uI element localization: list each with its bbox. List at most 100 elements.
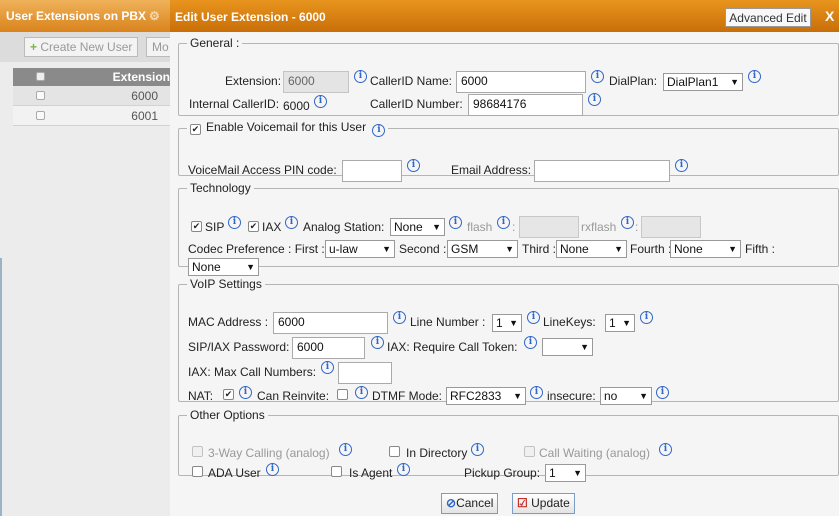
codec-third-select[interactable]: None ▼ <box>556 240 627 258</box>
codec-second-select[interactable]: GSM ▼ <box>447 240 518 258</box>
chevron-down-icon: ▼ <box>730 77 739 87</box>
callerid-number-input[interactable]: 98684176 <box>468 94 583 116</box>
voicemail-pin-input[interactable] <box>342 160 402 182</box>
update-icon: ☑ <box>517 496 528 510</box>
chevron-down-icon: ▼ <box>622 318 631 328</box>
cancel-button-label: Cancel <box>456 496 494 510</box>
info-icon[interactable]: i <box>321 361 334 374</box>
can-reinvite-checkbox[interactable] <box>337 389 348 400</box>
info-icon[interactable]: i <box>497 216 510 229</box>
sip-checkbox[interactable]: ✔ <box>191 221 202 232</box>
info-icon[interactable]: i <box>449 216 462 229</box>
require-call-token-select[interactable]: ▼ <box>542 338 593 356</box>
voip-section: VoIP Settings MAC Address : 6000 i Line … <box>178 277 839 405</box>
info-icon[interactable]: i <box>640 311 653 324</box>
three-way-calling-checkbox <box>192 446 203 457</box>
info-icon[interactable]: i <box>239 386 252 399</box>
is-agent-label: Is Agent <box>349 466 393 480</box>
mac-address-input[interactable]: 6000 <box>273 312 388 334</box>
email-label: Email Address: <box>451 163 532 177</box>
chevron-down-icon: ▼ <box>728 244 737 254</box>
advanced-edit-button[interactable]: Advanced Edit <box>725 8 811 27</box>
in-directory-checkbox[interactable] <box>389 446 400 457</box>
is-agent-checkbox[interactable] <box>331 466 342 477</box>
sip-iax-password-input[interactable]: 6000 <box>292 337 365 359</box>
pickup-group-select[interactable]: 1 ▼ <box>545 464 586 482</box>
codec-fifth-select[interactable]: None ▼ <box>188 258 259 276</box>
codec-fourth-select[interactable]: None ▼ <box>670 240 741 258</box>
technology-section: Technology ✔ SIP i ✔ IAX i Analog Statio… <box>178 181 839 276</box>
general-legend: General : <box>190 36 240 50</box>
info-icon[interactable]: i <box>393 311 406 324</box>
rxflash-input <box>641 216 701 238</box>
in-directory-label: In Directory <box>406 446 468 460</box>
info-icon[interactable]: i <box>266 463 279 476</box>
voicemail-legend: ✔ Enable Voicemail for this User i <box>187 120 388 137</box>
panel-toolbar: + Create New User Mo <box>0 32 176 62</box>
three-way-calling-label: 3-Way Calling (analog) <box>208 446 330 460</box>
dtmf-mode-label: DTMF Mode: <box>372 389 443 403</box>
info-icon[interactable]: i <box>591 70 604 83</box>
email-input[interactable] <box>534 160 670 182</box>
info-icon[interactable]: i <box>471 443 484 456</box>
info-icon[interactable]: i <box>285 216 298 229</box>
info-icon[interactable]: i <box>748 70 761 83</box>
flash-label: flash <box>467 220 493 234</box>
ada-user-checkbox[interactable] <box>192 466 203 477</box>
row-checkbox[interactable] <box>36 91 45 100</box>
select-all-checkbox[interactable] <box>36 72 45 81</box>
info-icon[interactable]: i <box>354 70 367 83</box>
info-icon[interactable]: i <box>527 311 540 324</box>
chevron-down-icon: ▼ <box>505 244 514 254</box>
info-icon[interactable]: i <box>656 386 669 399</box>
enable-voicemail-checkbox[interactable]: ✔ <box>190 124 201 135</box>
info-icon[interactable]: i <box>524 336 537 349</box>
dialplan-label: DialPlan: <box>609 74 658 88</box>
analog-station-select[interactable]: None ▼ <box>390 218 445 236</box>
info-icon[interactable]: i <box>530 386 543 399</box>
codec-first-label: Codec Preference : First : <box>188 242 325 256</box>
dialog-title: Edit User Extension - 6000 <box>175 10 326 24</box>
max-call-numbers-input[interactable] <box>338 362 392 384</box>
info-icon[interactable]: i <box>371 336 384 349</box>
chevron-down-icon: ▼ <box>513 391 522 401</box>
callerid-number-label: CallerID Number: <box>370 97 463 111</box>
close-icon[interactable]: X <box>825 8 834 24</box>
info-icon[interactable]: i <box>621 216 634 229</box>
info-icon[interactable]: i <box>588 93 601 106</box>
gear-icon[interactable]: ⚙ <box>149 9 160 23</box>
info-icon[interactable]: i <box>659 443 672 456</box>
nat-checkbox[interactable]: ✔ <box>223 389 234 400</box>
flash-separator: : <box>512 220 516 234</box>
update-button[interactable]: ☑ Update <box>512 493 575 514</box>
insecure-select[interactable]: no ▼ <box>600 387 652 405</box>
callerid-name-input[interactable]: 6000 <box>456 71 586 93</box>
create-new-user-button[interactable]: + Create New User <box>24 37 139 57</box>
iax-checkbox[interactable]: ✔ <box>248 221 259 232</box>
row-checkbox[interactable] <box>36 111 45 120</box>
dtmf-mode-select[interactable]: RFC2833 ▼ <box>446 387 526 405</box>
info-icon[interactable]: i <box>372 124 386 137</box>
dialplan-select[interactable]: DialPlan1 ▼ <box>663 73 743 91</box>
chevron-down-icon: ▼ <box>614 244 623 254</box>
update-button-label: Update <box>531 496 570 510</box>
call-waiting-checkbox <box>524 446 535 457</box>
table-row[interactable]: 6001 <box>13 106 170 126</box>
info-icon[interactable]: i <box>397 463 410 476</box>
info-icon[interactable]: i <box>675 159 688 172</box>
enable-voicemail-label: Enable Voicemail for this User <box>206 120 367 134</box>
line-number-select[interactable]: 1 ▼ <box>492 314 522 332</box>
info-icon[interactable]: i <box>407 159 420 172</box>
info-icon[interactable]: i <box>339 443 352 456</box>
extension-column-header[interactable]: Extension <box>113 70 170 84</box>
codec-second-label: Second : <box>399 242 447 256</box>
info-icon[interactable]: i <box>355 386 368 399</box>
dialog-header: Edit User Extension - 6000 Advanced Edit… <box>170 0 839 32</box>
codec-first-select[interactable]: u-law ▼ <box>325 240 395 258</box>
codec-second-value: GSM <box>451 242 479 256</box>
cancel-button[interactable]: ⊘Cancel <box>441 493 499 514</box>
info-icon[interactable]: i <box>228 216 241 229</box>
info-icon[interactable]: i <box>314 95 327 108</box>
linekeys-select[interactable]: 1 ▼ <box>605 314 635 332</box>
table-row[interactable]: 6000 <box>13 86 170 106</box>
